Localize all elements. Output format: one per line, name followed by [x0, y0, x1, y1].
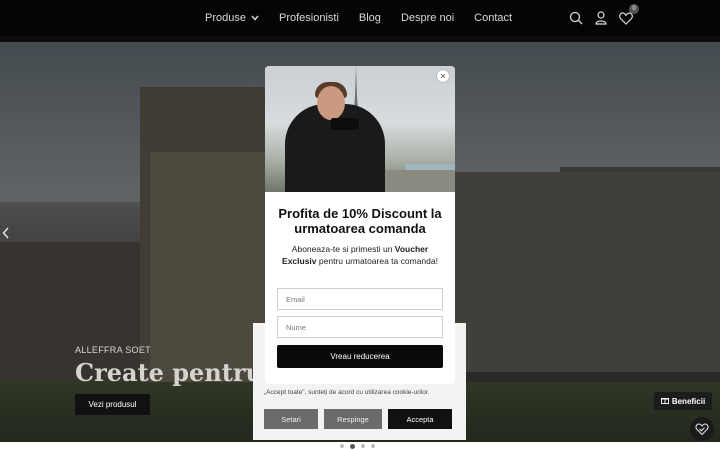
popup-title: Profita de 10% Discount la urmatoarea co…: [278, 206, 442, 237]
popup-description: Aboneaza-te si primesti un Voucher Exclu…: [282, 244, 438, 267]
nav-item-profesionisti[interactable]: Profesionisti: [279, 12, 339, 24]
cookie-settings-button[interactable]: Setari: [264, 409, 318, 429]
user-icon[interactable]: [593, 10, 609, 26]
search-icon[interactable]: [568, 10, 584, 26]
view-product-button[interactable]: Vezi produsul: [75, 394, 150, 415]
cookie-text: „Accept toate”, sunteți de acord cu util…: [264, 389, 430, 396]
gift-icon: [660, 396, 669, 406]
slider-dot[interactable]: [361, 444, 365, 448]
top-navbar: Produse Profesionisti Blog Despre noi Co…: [0, 0, 720, 36]
main-menu: Produse Profesionisti Blog Despre noi Co…: [205, 0, 532, 36]
nav-item-despre-noi[interactable]: Despre noi: [401, 12, 454, 24]
chevron-down-icon: [251, 14, 259, 23]
hero-brand-label: ALLEFFRA SOET: [75, 345, 151, 355]
popup-image-head: [317, 86, 345, 120]
nav-icons: 0: [568, 0, 639, 36]
benefits-button[interactable]: Beneficii: [654, 392, 712, 410]
nav-item-contact[interactable]: Contact: [474, 12, 512, 24]
popup-image: [265, 66, 455, 192]
slider-dot[interactable]: [371, 444, 375, 448]
name-input[interactable]: [277, 316, 443, 338]
wishlist-count-badge: 0: [629, 4, 639, 14]
newsletter-popup: × Profita de 10% Discount la urmatoarea …: [265, 66, 455, 384]
email-input[interactable]: [277, 288, 443, 310]
slider-dot-active[interactable]: [350, 443, 355, 449]
slider-dots: [340, 443, 375, 449]
popup-close-button[interactable]: ×: [436, 69, 450, 83]
slider-prev-arrow-icon[interactable]: [2, 226, 10, 242]
accessibility-icon[interactable]: [690, 417, 714, 441]
cookie-reject-button[interactable]: Respinge: [324, 409, 382, 429]
slider-dot[interactable]: [340, 444, 344, 448]
cookie-buttons: Setari Respinge Accepta: [264, 409, 452, 429]
wishlist-heart-icon[interactable]: 0: [618, 4, 639, 26]
cookie-accept-button[interactable]: Accepta: [388, 409, 452, 429]
submit-discount-button[interactable]: Vreau reducerea: [277, 345, 443, 368]
nav-item-blog[interactable]: Blog: [359, 12, 381, 24]
nav-item-produse[interactable]: Produse: [205, 12, 259, 24]
popup-image-camera: [331, 118, 359, 130]
